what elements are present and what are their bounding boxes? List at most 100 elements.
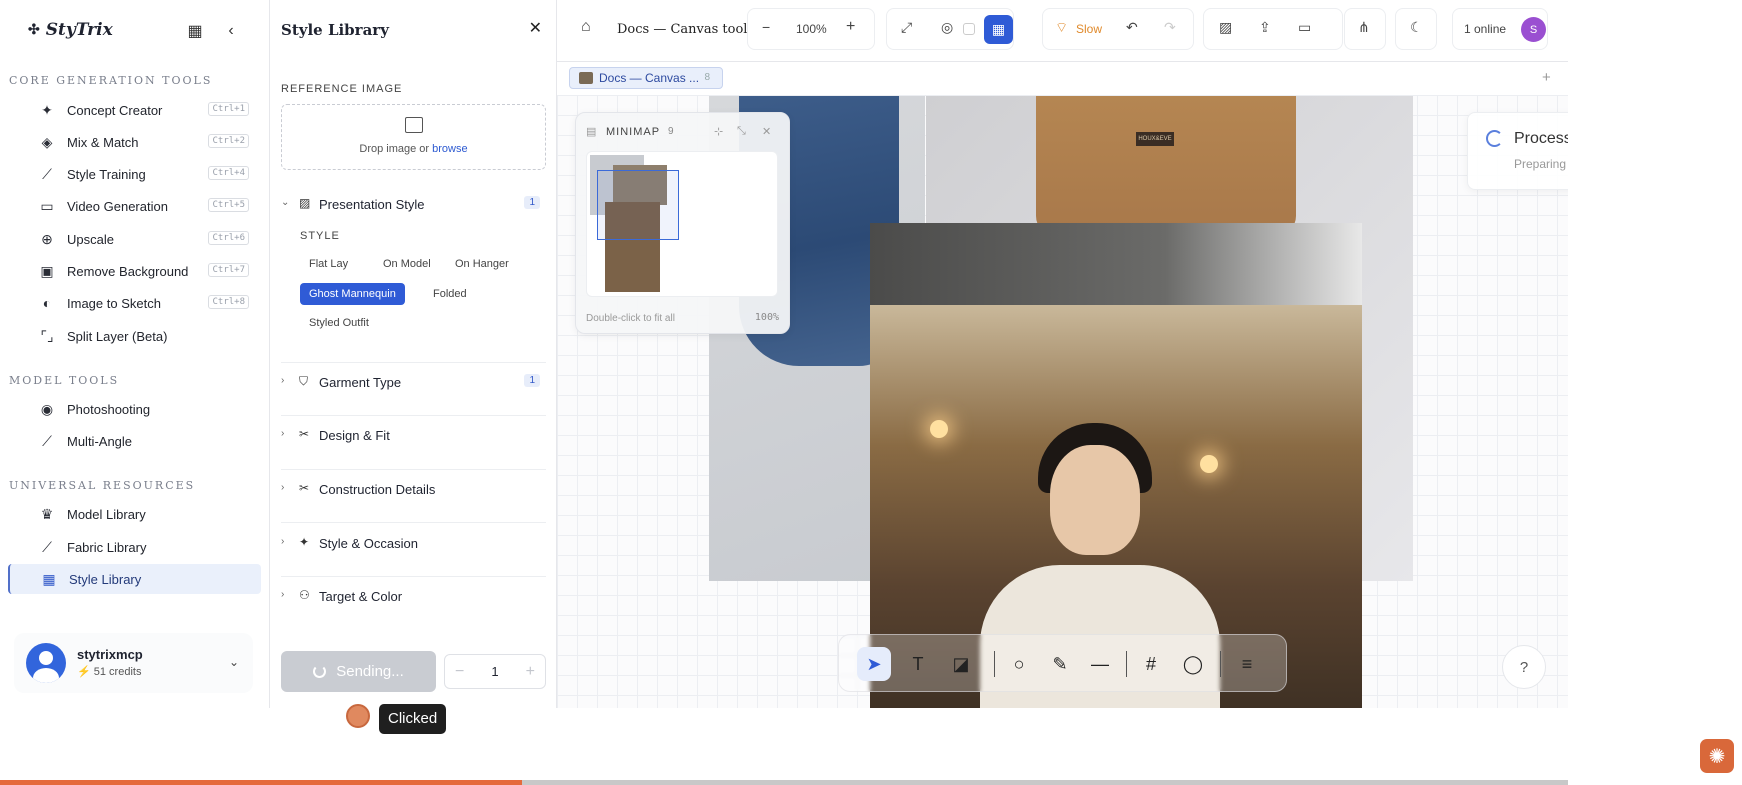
canvas-image-window-portrait[interactable]	[870, 223, 1362, 305]
sidebar-item-image-to-sketch[interactable]: ◐ Image to Sketch Ctrl+8	[8, 288, 261, 318]
zoom-group: − 100% +	[747, 8, 875, 50]
accordion-target-color[interactable]: › ⚇ Target & Color	[281, 581, 546, 611]
sidebar-item-style-library[interactable]: ▦ Style Library	[8, 564, 261, 594]
sidebar-item-label: Split Layer (Beta)	[67, 328, 168, 344]
circle-icon[interactable]: ○	[1002, 647, 1036, 681]
palette-icon[interactable]: ◎	[941, 19, 953, 36]
chevron-right-icon: ›	[281, 482, 285, 493]
sidebar-item-upscale[interactable]: ⊕ Upscale Ctrl+6	[8, 224, 261, 254]
home-icon[interactable]: ⌂	[581, 18, 591, 36]
sidebar-item-remove-background[interactable]: ▣ Remove Background Ctrl+7	[8, 256, 261, 286]
progress-bar	[0, 780, 1568, 785]
shortcut-badge: Ctrl+5	[208, 198, 249, 212]
crown-icon: ♛	[40, 505, 54, 522]
text-icon[interactable]: T	[901, 647, 935, 681]
frame-icon[interactable]: #	[1134, 647, 1168, 681]
sidebar-item-label: Upscale	[67, 231, 114, 247]
close-icon[interactable]: ✕	[529, 18, 542, 38]
avatar[interactable]: S	[1521, 17, 1546, 42]
chip-styled-outfit[interactable]: Styled Outfit	[300, 312, 378, 334]
quantity-value: 1	[491, 664, 499, 679]
focus-icon[interactable]: ⊹	[714, 125, 723, 138]
sidebar-item-multi-angle[interactable]: ⟋ Multi-Angle	[8, 426, 261, 456]
accordion-presentation-style[interactable]: ⌄ ▨ Presentation Style 1	[281, 189, 546, 219]
sidebar-item-fabric-library[interactable]: ⟋ Fabric Library	[8, 532, 261, 562]
collapse-sidebar-icon[interactable]: ‹	[218, 18, 244, 44]
accordion-garment-type[interactable]: › ⛉ Garment Type 1	[281, 367, 546, 397]
brand-name: StyTrix	[45, 20, 113, 40]
minimap-title: MINIMAP	[606, 126, 661, 138]
select-icon[interactable]: ➤	[857, 647, 891, 681]
minus-icon[interactable]: −	[455, 663, 464, 681]
map-icon: ▤	[586, 126, 597, 138]
comment-icon[interactable]: ◯	[1176, 647, 1210, 681]
sidebar-item-label: Fabric Library	[67, 539, 147, 555]
video-icon[interactable]: ▭	[1298, 19, 1311, 36]
brand-logo[interactable]: ✣ StyTrix	[28, 20, 113, 40]
tab-docs-canvas[interactable]: Docs — Canvas ... 8	[569, 67, 723, 89]
user-card[interactable]: stytrixmcp ⚡ 51 credits ⌄	[14, 633, 253, 693]
sidebar-item-label: Model Library	[67, 506, 146, 522]
history-group: ⌔ Slow ↶ ↷	[1042, 8, 1194, 50]
redo-icon[interactable]: ↷	[1164, 19, 1176, 36]
menu-icon[interactable]: ≡	[1230, 647, 1264, 681]
chip-flat-lay[interactable]: Flat Lay	[300, 253, 357, 275]
line-icon[interactable]: —	[1083, 647, 1117, 681]
style-library-panel: Style Library ✕ REFERENCE IMAGE Drop ima…	[270, 0, 557, 708]
video-icon: ▭	[40, 197, 54, 214]
sidebar-item-style-training[interactable]: ⟋ Style Training Ctrl+4	[8, 159, 261, 189]
send-button[interactable]: Sending...	[281, 651, 436, 692]
accordion-label: Design & Fit	[319, 428, 390, 443]
upload-icon[interactable]: ⇪	[1259, 19, 1271, 36]
wifi-icon: ⌔	[1055, 19, 1069, 35]
pen-icon[interactable]: ✎	[1043, 647, 1077, 681]
accordion-design-fit[interactable]: › ✂ Design & Fit	[281, 420, 546, 450]
divider	[281, 362, 546, 363]
apps-grid-icon[interactable]: ▦	[182, 18, 208, 44]
close-icon[interactable]: ✕	[762, 125, 771, 138]
color-swatch[interactable]	[963, 23, 975, 35]
image-icon[interactable]: ▨	[1219, 19, 1232, 36]
lamp-light	[930, 420, 948, 438]
sidebar-item-mix-match[interactable]: ◈ Mix & Match Ctrl+2	[8, 127, 261, 157]
top-toolbar: ⌂ Docs — Canvas tools − 100% + ⤢ ◎ ▦ ⌔ S…	[557, 0, 1568, 62]
minimap-area[interactable]	[586, 151, 778, 297]
browse-link[interactable]: browse	[432, 143, 467, 155]
add-tab-icon[interactable]: +	[1542, 69, 1551, 86]
sidebar-item-photoshooting[interactable]: ◉ Photoshooting	[8, 394, 261, 424]
fit-icon[interactable]: ⤢	[901, 19, 912, 36]
zoom-level[interactable]: 100%	[796, 22, 827, 36]
minimap[interactable]: ▤ MINIMAP 9 ⊹ ⤡ ✕ Double-click to fit al…	[575, 112, 790, 334]
share-button[interactable]: ⋔	[1344, 8, 1386, 50]
accordion-style-occasion[interactable]: › ✦ Style & Occasion	[281, 528, 546, 558]
chip-on-hanger[interactable]: On Hanger	[446, 253, 518, 275]
credits-count: ⚡ 51 credits	[77, 665, 141, 678]
chip-ghost-mannequin[interactable]: Ghost Mannequin	[300, 283, 405, 305]
undo-icon[interactable]: ↶	[1126, 19, 1138, 36]
accordion-label: Style & Occasion	[319, 536, 418, 551]
zoom-out-icon[interactable]: −	[762, 19, 770, 35]
sidebar-item-model-library[interactable]: ♛ Model Library	[8, 499, 261, 529]
quantity-stepper[interactable]: − 1 +	[444, 654, 546, 689]
count-badge: 1	[524, 196, 540, 209]
sidebar-item-concept-creator[interactable]: ✦ Concept Creator Ctrl+1	[8, 95, 261, 125]
reference-dropzone[interactable]: Drop image or browse	[281, 104, 546, 170]
remove-bg-icon: ▣	[40, 262, 54, 279]
chevron-down-icon[interactable]: ⌄	[229, 655, 239, 669]
brand-badge-icon[interactable]: ✺	[1700, 739, 1734, 773]
online-count: 1 online	[1464, 22, 1507, 36]
sidebar-item-split-layer[interactable]: ⌜⌟ Split Layer (Beta)	[8, 321, 261, 351]
theme-button[interactable]: ☾	[1395, 8, 1437, 50]
collapse-icon[interactable]: ⤡	[737, 125, 746, 138]
section-core-tools: CORE GENERATION TOOLS	[9, 74, 213, 87]
help-icon[interactable]: ?	[1502, 645, 1546, 689]
plus-icon[interactable]: +	[526, 663, 535, 681]
sidebar-item-video-generation[interactable]: ▭ Video Generation Ctrl+5	[8, 191, 261, 221]
minimap-viewport[interactable]	[597, 170, 679, 240]
grid-icon[interactable]: ▦	[984, 15, 1013, 44]
sticky-icon[interactable]: ◪	[944, 647, 978, 681]
zoom-in-icon[interactable]: +	[846, 18, 855, 36]
accordion-construction-details[interactable]: › ✂ Construction Details	[281, 474, 546, 504]
chip-on-model[interactable]: On Model	[374, 253, 440, 275]
chip-folded[interactable]: Folded	[424, 283, 476, 305]
